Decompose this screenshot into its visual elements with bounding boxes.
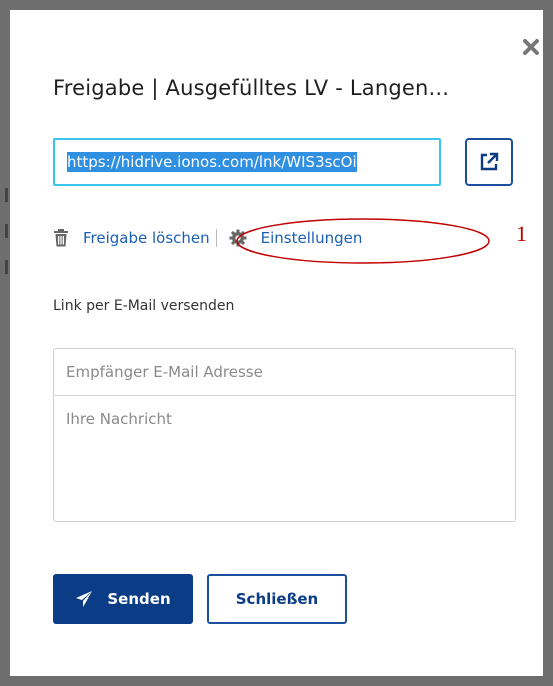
annotation-number: 1	[516, 221, 527, 246]
window-frame-left	[0, 0, 10, 686]
dialog-title: Freigabe | Ausgefülltes LV - Langen...	[53, 76, 450, 100]
share-dialog: Freigabe | Ausgefülltes LV - Langen... h…	[10, 10, 543, 676]
close-button[interactable]	[518, 34, 544, 60]
paper-plane-icon	[76, 591, 93, 607]
open-link-button[interactable]	[465, 138, 513, 186]
recipient-email-field[interactable]: Empfänger E-Mail Adresse	[54, 349, 515, 396]
external-link-icon	[480, 152, 499, 171]
message-field[interactable]: Ihre Nachricht	[54, 396, 515, 428]
close-dialog-button[interactable]: Schließen	[207, 574, 347, 624]
background-page-edge	[0, 188, 10, 278]
share-url-field[interactable]: https://hidrive.ionos.com/lnk/WIS3scOi	[53, 138, 441, 186]
action-divider	[215, 229, 217, 247]
close-icon	[523, 39, 539, 55]
share-url-text[interactable]: https://hidrive.ionos.com/lnk/WIS3scOi	[67, 152, 357, 172]
annotation-ellipse	[236, 218, 490, 264]
delete-share-link[interactable]: Freigabe löschen	[83, 229, 210, 247]
window-frame-top	[0, 0, 553, 10]
window-frame-bottom	[0, 676, 553, 686]
send-button[interactable]: Senden	[53, 574, 193, 624]
email-section-label: Link per E-Mail versenden	[53, 298, 235, 314]
close-button-label: Schließen	[235, 590, 319, 608]
trash-icon[interactable]	[53, 229, 69, 247]
window-frame-right	[543, 0, 553, 686]
send-button-label: Senden	[107, 590, 171, 608]
email-form: Empfänger E-Mail Adresse Ihre Nachricht	[53, 348, 516, 522]
